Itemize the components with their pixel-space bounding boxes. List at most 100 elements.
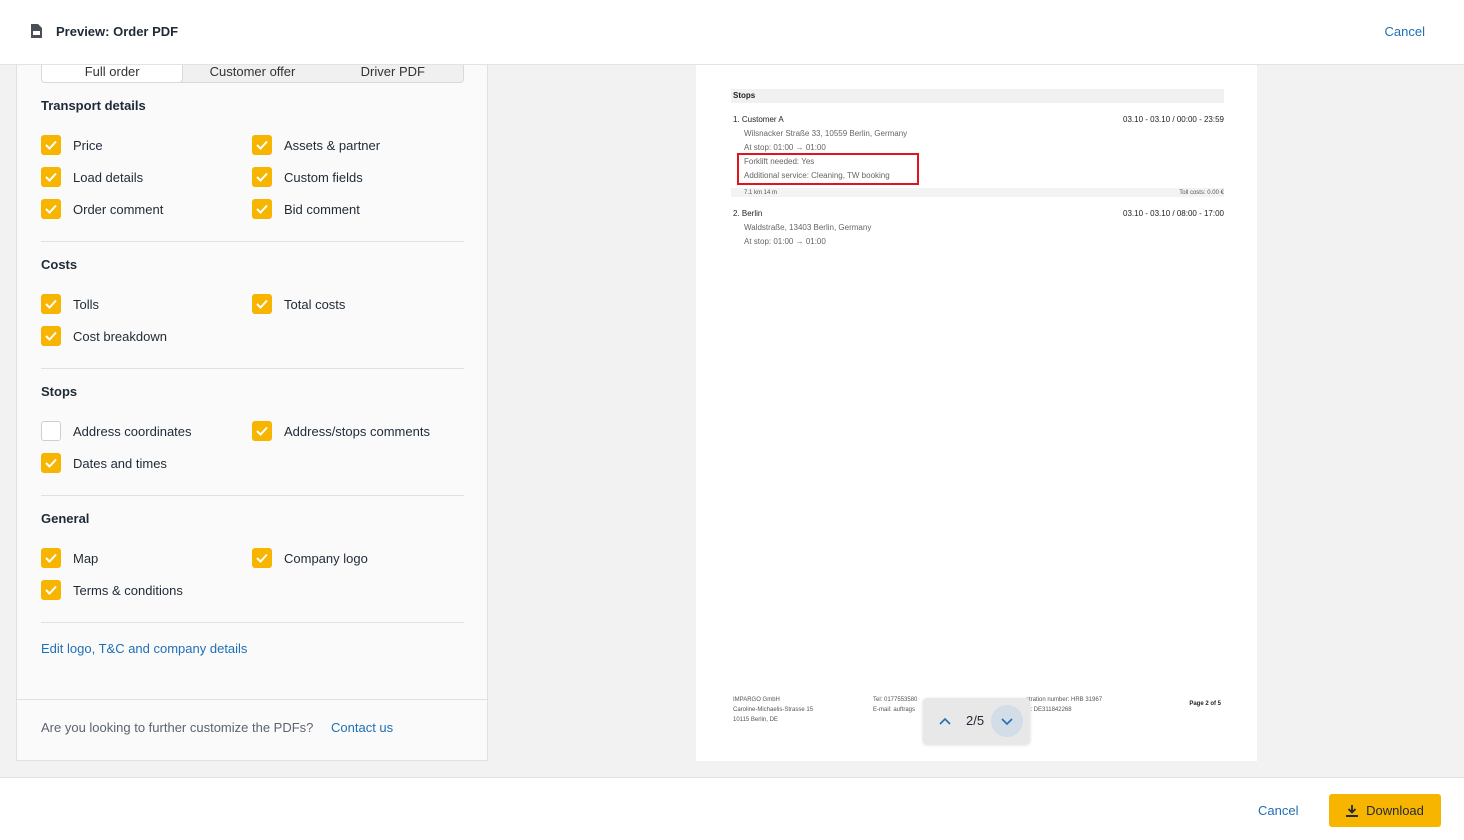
- section-transport-details: Transport details: [41, 98, 464, 113]
- footer-registration: stration number: HRB 31967: [1026, 697, 1103, 703]
- checkbox-checked-icon[interactable]: [41, 580, 61, 600]
- modal-title: Preview: Order PDF: [56, 24, 179, 39]
- pdf-options-panel: Full order Customer offer Driver PDF Tra…: [16, 65, 488, 761]
- checkbox-address-stops-comments[interactable]: Address/stops comments: [252, 421, 430, 441]
- edit-logo-link[interactable]: Edit logo, T&C and company details: [41, 641, 247, 656]
- page-indicator: 2/5: [966, 713, 985, 728]
- stop-2-name: 2. Berlin: [733, 209, 763, 218]
- header-cancel-button[interactable]: Cancel: [1385, 24, 1425, 39]
- stop-1-toll: Toll costs: 0.00 €: [1179, 190, 1224, 196]
- section-title: Costs: [41, 257, 78, 272]
- checkbox-label: Company logo: [284, 550, 368, 566]
- checkbox-checked-icon[interactable]: [252, 199, 272, 219]
- checkbox-company-logo[interactable]: Company logo: [252, 548, 368, 568]
- checkbox-label: Price: [73, 137, 103, 153]
- checkbox-label: Map: [73, 550, 99, 566]
- checkbox-label: Address/stops comments: [284, 423, 430, 439]
- footer-tel: Tel: 0177553580: [873, 697, 918, 703]
- footer-street: Caroline-Michaelis-Strasse 15: [733, 707, 814, 713]
- footer-city: 10115 Berlin, DE: [733, 717, 778, 723]
- checkbox-checked-icon[interactable]: [41, 199, 61, 219]
- checkbox-checked-icon[interactable]: [252, 421, 272, 441]
- checkbox-price[interactable]: Price: [41, 135, 103, 155]
- checkbox-assets-partner[interactable]: Assets & partner: [252, 135, 380, 155]
- modal-header: Preview: Order PDF Cancel: [0, 0, 1464, 65]
- checkbox-checked-icon[interactable]: [252, 548, 272, 568]
- checkbox-checked-icon[interactable]: [41, 167, 61, 187]
- stop-1-distance: 7.1 km 14 m: [744, 190, 778, 196]
- divider: [41, 622, 464, 623]
- checkbox-label: Dates and times: [73, 455, 167, 471]
- checkbox-address-coordinates[interactable]: Address coordinates: [41, 421, 192, 441]
- checkbox-label: Order comment: [73, 201, 164, 217]
- tab-driver-pdf[interactable]: Driver PDF: [323, 65, 463, 82]
- checkbox-checked-icon[interactable]: [41, 326, 61, 346]
- page-navigator: 2/5: [923, 698, 1030, 744]
- divider: [41, 368, 464, 369]
- checkbox-terms-conditions[interactable]: Terms & conditions: [41, 580, 183, 600]
- checkbox-order-comment[interactable]: Order comment: [41, 199, 163, 219]
- chevron-up-icon[interactable]: [935, 711, 955, 731]
- section-general: General: [41, 511, 464, 526]
- checkbox-label: Custom fields: [284, 169, 363, 185]
- section-costs: Costs: [41, 257, 464, 272]
- checkbox-checked-icon[interactable]: [252, 294, 272, 314]
- chevron-down-icon[interactable]: [991, 705, 1023, 737]
- cancel-button[interactable]: Cancel: [1258, 803, 1298, 818]
- download-button[interactable]: Download: [1329, 794, 1441, 827]
- customize-footer: Are you looking to further customize the…: [17, 699, 487, 760]
- stop-1-name: 1. Customer A: [733, 115, 784, 124]
- stops-heading: Stops: [731, 89, 1224, 103]
- section-stops: Stops: [41, 384, 464, 399]
- highlight-annotation: [737, 153, 919, 185]
- download-label: Download: [1366, 803, 1424, 818]
- divider: [41, 241, 464, 242]
- checkbox-checked-icon[interactable]: [252, 135, 272, 155]
- checkbox-total-costs[interactable]: Total costs: [252, 294, 345, 314]
- checkbox-label: Address coordinates: [73, 423, 192, 439]
- checkbox-unchecked-icon[interactable]: [41, 421, 61, 441]
- customize-question: Are you looking to further customize the…: [41, 720, 314, 735]
- checkbox-label: Total costs: [284, 296, 346, 312]
- checkbox-checked-icon[interactable]: [252, 167, 272, 187]
- pdf-type-tabs: Full order Customer offer Driver PDF: [41, 65, 464, 83]
- checkbox-checked-icon[interactable]: [41, 294, 61, 314]
- stop-2-address: Waldstraße, 13403 Berlin, Germany: [744, 223, 872, 232]
- checkbox-tolls[interactable]: Tolls: [41, 294, 99, 314]
- stop-1-at-stop: At stop: 01:00 → 01:00: [744, 143, 826, 152]
- checkbox-cost-breakdown[interactable]: Cost breakdown: [41, 326, 167, 346]
- divider: [41, 495, 464, 496]
- download-icon: [1346, 804, 1359, 817]
- checkbox-label: Bid comment: [284, 201, 360, 217]
- section-title: Transport details: [41, 98, 146, 113]
- checkbox-checked-icon[interactable]: [41, 453, 61, 473]
- checkbox-checked-icon[interactable]: [41, 548, 61, 568]
- stop-distance-bar: [731, 188, 1224, 197]
- checkbox-label: Assets & partner: [284, 137, 381, 153]
- checkbox-label: Load details: [73, 169, 144, 185]
- footer-page-number: Page 2 of 5: [1189, 701, 1221, 707]
- modal-footer: Cancel Download: [0, 777, 1464, 840]
- footer-vat: D: DE311842268: [1026, 707, 1072, 713]
- section-title: Stops: [41, 384, 78, 399]
- checkbox-load-details[interactable]: Load details: [41, 167, 143, 187]
- stop-2-time: 03.10 - 03.10 / 08:00 - 17:00: [1123, 209, 1224, 218]
- checkbox-custom-fields[interactable]: Custom fields: [252, 167, 363, 187]
- section-title: General: [41, 511, 90, 526]
- checkbox-dates-and-times[interactable]: Dates and times: [41, 453, 167, 473]
- checkbox-label: Tolls: [73, 296, 100, 312]
- checkbox-label: Terms & conditions: [73, 582, 183, 598]
- checkbox-checked-icon[interactable]: [41, 135, 61, 155]
- tab-full-order[interactable]: Full order: [42, 65, 183, 82]
- pdf-preview-page: Stops 1. Customer A 03.10 - 03.10 / 00:0…: [696, 65, 1257, 761]
- footer-company: IMPARGO GmbH: [733, 697, 780, 703]
- stop-1-address: Wilsnacker Straße 33, 10559 Berlin, Germ…: [744, 129, 908, 138]
- tab-customer-offer[interactable]: Customer offer: [182, 65, 322, 82]
- contact-us-link[interactable]: Contact us: [331, 720, 393, 735]
- pdf-file-icon: [31, 24, 42, 38]
- checkbox-bid-comment[interactable]: Bid comment: [252, 199, 360, 219]
- footer-email: E-mail: auftrags: [873, 707, 916, 713]
- stop-2-at-stop: At stop: 01:00 → 01:00: [744, 237, 826, 246]
- stop-1-time: 03.10 - 03.10 / 00:00 - 23:59: [1123, 115, 1224, 124]
- checkbox-map[interactable]: Map: [41, 548, 98, 568]
